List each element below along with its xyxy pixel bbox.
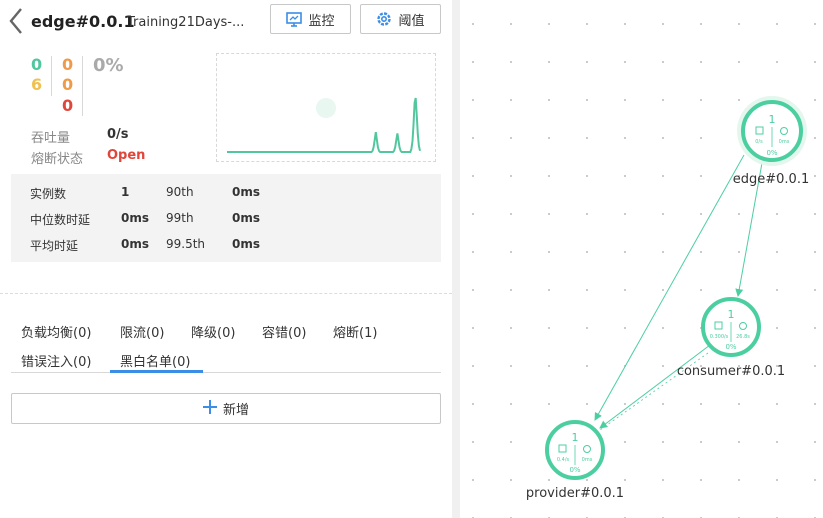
throughput-sparkline <box>216 53 436 162</box>
plus-icon <box>202 399 217 418</box>
counter-orange-2: 0 <box>62 75 74 94</box>
counter-red: 0 <box>62 96 74 115</box>
stat-value: 1 <box>121 185 130 199</box>
node-latency: 0ms <box>779 139 790 145</box>
service-detail-panel: edge#0.0.1 Training21Days-... 监控 阈值 0 6 … <box>0 0 452 518</box>
circuit-status-value: Open <box>107 148 146 163</box>
node-name: consumer#0.0.1 <box>677 364 785 379</box>
node-count: 1 <box>769 113 776 126</box>
stat-percentile-label: 90th <box>166 185 194 199</box>
stat-percentile-value: 0ms <box>232 237 260 251</box>
node-name: edge#0.0.1 <box>733 172 809 187</box>
node-rate: 0% <box>766 149 777 157</box>
monitor-icon <box>286 11 303 27</box>
node-latency: 26.8s <box>736 334 750 340</box>
latency-stats: 实例数 1 90th 0ms 中位数时延 0ms 99th 0ms 平均时延 0… <box>11 174 441 262</box>
counter-green: 0 <box>31 55 43 74</box>
node-rate: 0% <box>569 466 580 474</box>
stat-label: 中位数时延 <box>30 213 91 227</box>
back-arrow-icon[interactable] <box>6 6 26 36</box>
threshold-button-label: 阈值 <box>398 13 425 29</box>
node-name: provider#0.0.1 <box>526 486 624 501</box>
counter-divider <box>82 56 83 116</box>
stat-value: 0ms <box>121 237 149 251</box>
tabs-underline <box>11 372 441 373</box>
node-count: 1 <box>728 308 735 321</box>
tab-fault-tolerance[interactable]: 容错(0) <box>262 322 306 341</box>
active-tab-indicator <box>110 370 203 373</box>
graph-grid <box>460 0 823 518</box>
tab-fault-injection[interactable]: 错误注入(0) <box>21 351 91 370</box>
node-throughput: 0.300/s <box>710 334 729 340</box>
throughput-value: 0/s <box>107 127 129 142</box>
tab-rate-limit[interactable]: 限流(0) <box>120 322 164 341</box>
node-count: 1 <box>572 431 579 444</box>
topology-graph[interactable]: 1 0/s 0ms 0% edge#0.0.1 1 0.300/s 26.8s … <box>460 0 823 518</box>
service-subtitle: Training21Days-... <box>127 15 245 30</box>
tab-circuit-breaker[interactable]: 熔断(1) <box>333 322 377 341</box>
stat-percentile-value: 0ms <box>232 211 260 225</box>
counter-divider <box>51 56 52 96</box>
circuit-status-label: 熔断状态 <box>31 152 84 167</box>
panel-divider <box>452 0 460 518</box>
stat-label: 平均时延 <box>30 239 79 253</box>
counter-orange-1: 0 <box>62 55 74 74</box>
service-title: edge#0.0.1 <box>31 12 135 31</box>
stat-label: 实例数 <box>30 187 67 201</box>
error-rate: 0% <box>93 55 124 76</box>
stat-value: 0ms <box>121 211 149 225</box>
node-rate: 0% <box>725 343 736 351</box>
stat-percentile-label: 99th <box>166 211 194 225</box>
tab-black-white-list[interactable]: 黑白名单(0) <box>120 351 190 370</box>
throughput-label: 吞吐量 <box>31 131 71 146</box>
stat-percentile-value: 0ms <box>232 185 260 199</box>
node-throughput: 0.4/s <box>557 457 570 463</box>
add-button[interactable]: 新增 <box>11 393 441 424</box>
section-divider <box>0 293 452 294</box>
threshold-button[interactable]: 阈值 <box>360 4 441 34</box>
add-button-label: 新增 <box>222 403 249 418</box>
monitor-button[interactable]: 监控 <box>270 4 351 34</box>
gear-icon <box>376 11 392 27</box>
sparkline-hover-dot <box>316 98 336 118</box>
counter-yellow: 6 <box>31 75 43 94</box>
node-latency: 0ms <box>582 457 593 463</box>
tab-degradation[interactable]: 降级(0) <box>191 322 235 341</box>
monitor-button-label: 监控 <box>308 13 335 29</box>
node-throughput: 0/s <box>755 139 763 145</box>
stat-percentile-label: 99.5th <box>166 237 206 251</box>
tab-load-balance[interactable]: 负载均衡(0) <box>21 322 91 341</box>
